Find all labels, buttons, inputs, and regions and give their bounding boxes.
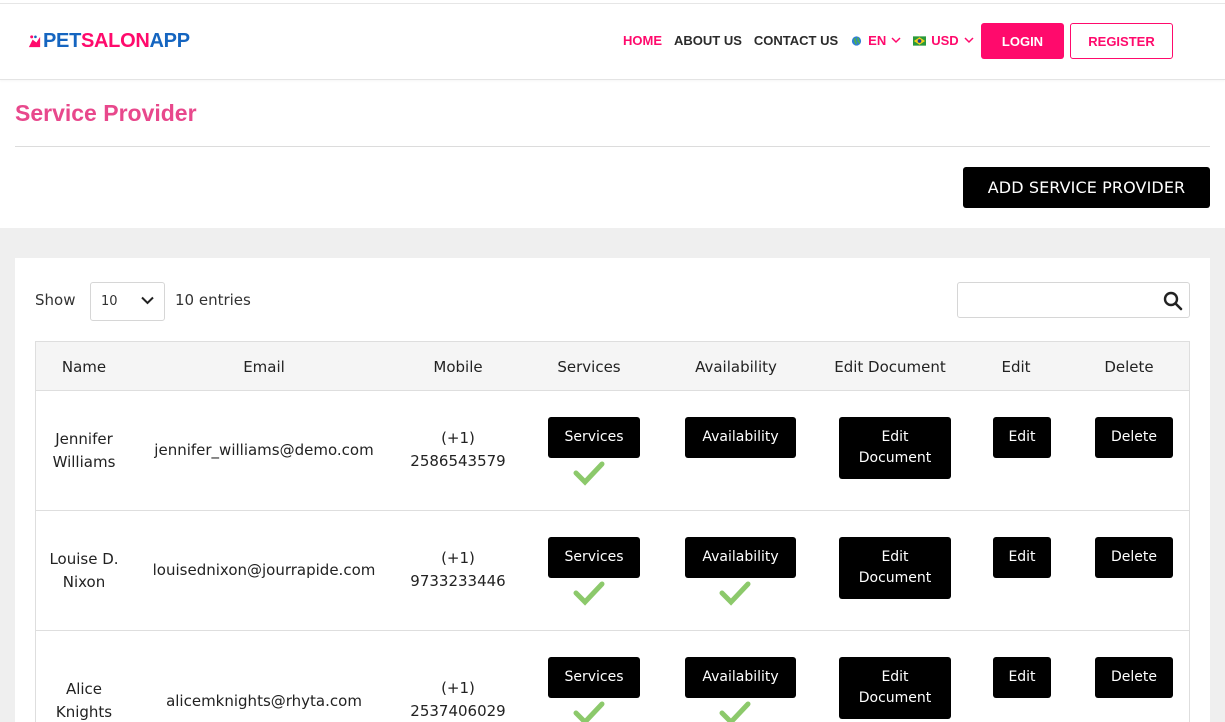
column-header-edit-document[interactable]: Edit Document <box>820 358 960 376</box>
provider-mobile: (+1) 2537406029 <box>408 677 508 722</box>
globe-icon <box>852 35 862 46</box>
provider-first-name: Alice <box>65 680 103 698</box>
provider-mobile: (+1) 2586543579 <box>408 427 508 473</box>
edit-document-button[interactable]: Edit Document <box>839 657 951 719</box>
divider <box>15 146 1210 147</box>
logo-text-app: APP <box>149 30 191 52</box>
check-icon <box>573 701 605 722</box>
check-icon <box>573 581 605 606</box>
mobile-country-code: (+1) <box>441 679 475 697</box>
chevron-down-icon <box>964 37 974 44</box>
page-title: Service Provider <box>15 100 197 126</box>
mobile-country-code: (+1) <box>441 549 475 567</box>
nav-about-link[interactable]: ABOUT US <box>674 33 742 48</box>
edit-button[interactable]: Edit <box>993 537 1051 578</box>
logo-text-salon: SALON <box>81 30 150 52</box>
edit-document-line2: Document <box>858 450 932 466</box>
mobile-number: 2537406029 <box>410 702 506 720</box>
services-button[interactable]: Services <box>548 417 640 458</box>
delete-button[interactable]: Delete <box>1095 657 1173 698</box>
edit-document-button[interactable]: Edit Document <box>839 537 951 599</box>
page-size-value: 10 <box>101 294 118 309</box>
language-dropdown[interactable]: EN <box>850 33 901 48</box>
currency-value: USD <box>931 33 959 48</box>
provider-first-name: Louise D. <box>49 550 119 568</box>
edit-document-line1: Edit <box>881 669 909 685</box>
main-nav: HOME ABOUT US CONTACT US EN USD <box>623 33 986 48</box>
column-header-name[interactable]: Name <box>36 358 132 376</box>
provider-first-name: Jennifer <box>55 430 113 448</box>
nav-contact-link[interactable]: CONTACT US <box>754 33 838 48</box>
provider-email: louisednixon@jourrapide.com <box>152 561 376 579</box>
search-icon[interactable] <box>1163 291 1183 311</box>
entries-label: 10 entries <box>175 291 251 309</box>
site-logo[interactable]: PET SALON APP <box>27 30 190 53</box>
provider-name: Alice Knights <box>36 678 132 722</box>
availability-button[interactable]: Availability <box>685 537 796 578</box>
service-provider-table: Name Email Mobile Services Availability … <box>35 341 1190 722</box>
provider-last-name: Williams <box>52 453 116 471</box>
currency-dropdown[interactable]: USD <box>913 33 974 48</box>
services-button[interactable]: Services <box>548 657 640 698</box>
show-label: Show <box>35 291 76 309</box>
provider-name: Louise D. Nixon <box>36 548 132 594</box>
edit-document-button[interactable]: Edit Document <box>839 417 951 479</box>
check-icon <box>719 701 751 722</box>
availability-button[interactable]: Availability <box>685 417 796 458</box>
chevron-down-icon <box>891 37 901 44</box>
search-field[interactable] <box>957 282 1190 318</box>
provider-email: jennifer_williams@demo.com <box>154 441 374 459</box>
mobile-number: 9733233446 <box>410 572 506 590</box>
availability-button[interactable]: Availability <box>685 657 796 698</box>
logo-text-pet: PET <box>43 30 81 52</box>
search-input[interactable] <box>964 283 1154 315</box>
mobile-number: 2586543579 <box>410 452 506 470</box>
edit-button[interactable]: Edit <box>993 657 1051 698</box>
column-header-services[interactable]: Services <box>539 358 639 376</box>
table-row: Jennifer Williams jennifer_williams@demo… <box>35 391 1190 511</box>
table-header: Name Email Mobile Services Availability … <box>35 341 1190 391</box>
delete-button[interactable]: Delete <box>1095 537 1173 578</box>
provider-email: alicemknights@rhyta.com <box>166 692 362 710</box>
provider-mobile: (+1) 9733233446 <box>408 547 508 593</box>
check-icon <box>719 581 751 606</box>
check-icon <box>573 461 605 486</box>
register-button[interactable]: REGISTER <box>1070 23 1173 59</box>
table-row: Alice Knights alicemknights@rhyta.com (+… <box>35 631 1190 722</box>
edit-document-line2: Document <box>858 690 932 706</box>
edit-document-line1: Edit <box>881 549 909 565</box>
edit-button[interactable]: Edit <box>993 417 1051 458</box>
services-button[interactable]: Services <box>548 537 640 578</box>
provider-name: Jennifer Williams <box>36 428 132 474</box>
page-size-select[interactable]: 10 <box>90 282 165 321</box>
column-header-edit[interactable]: Edit <box>976 358 1056 376</box>
site-header: PET SALON APP HOME ABOUT US CONTACT US EN … <box>0 4 1225 80</box>
column-header-email[interactable]: Email <box>164 358 364 376</box>
paw-logo-icon <box>28 35 41 48</box>
language-value: EN <box>868 33 887 48</box>
column-header-delete[interactable]: Delete <box>1086 358 1172 376</box>
column-header-mobile[interactable]: Mobile <box>408 358 508 376</box>
nav-home-link[interactable]: HOME <box>623 33 662 48</box>
chevron-down-icon <box>141 296 154 305</box>
provider-last-name: Knights <box>55 703 113 721</box>
brazil-flag-icon <box>913 35 927 46</box>
column-header-availability[interactable]: Availability <box>676 358 796 376</box>
login-button[interactable]: LOGIN <box>981 23 1064 59</box>
edit-document-line2: Document <box>858 570 932 586</box>
delete-button[interactable]: Delete <box>1095 417 1173 458</box>
edit-document-line1: Edit <box>881 429 909 445</box>
add-service-provider-button[interactable]: ADD SERVICE PROVIDER <box>963 167 1210 208</box>
table-row: Louise D. Nixon louisednixon@jourrapide.… <box>35 511 1190 631</box>
mobile-country-code: (+1) <box>441 429 475 447</box>
provider-last-name: Nixon <box>62 573 106 591</box>
